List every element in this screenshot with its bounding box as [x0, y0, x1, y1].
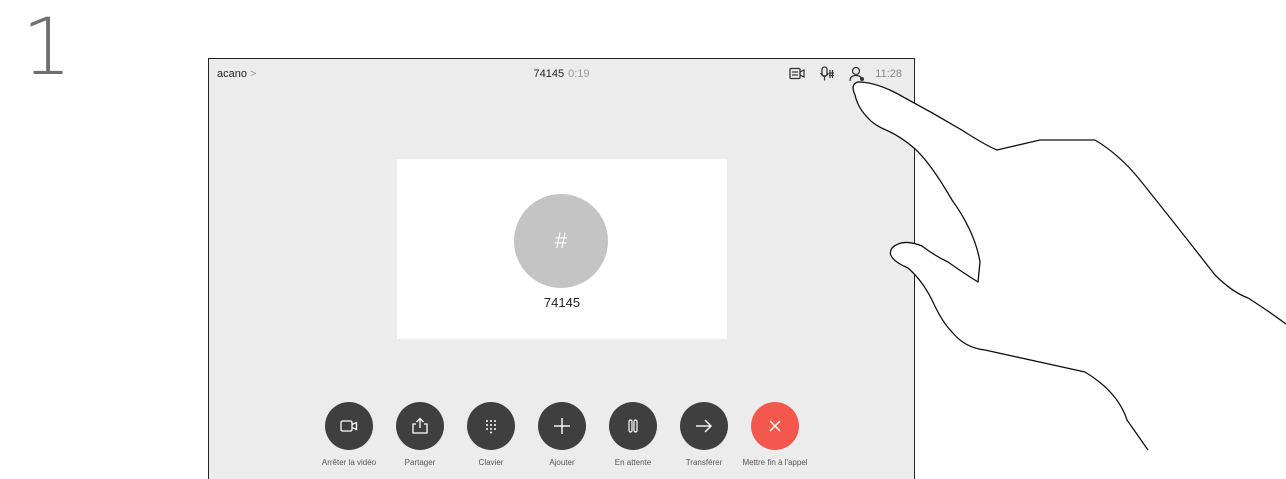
status-icons: 11:28 — [775, 66, 902, 82]
keypad-icon — [486, 420, 496, 434]
end-call-control[interactable]: Mettre fin à l'appel — [740, 402, 810, 468]
control-label: Partager — [404, 458, 436, 467]
stop-video-control[interactable]: Arrêter la vidéo — [314, 402, 384, 468]
hold-button[interactable] — [609, 402, 657, 450]
camera-icon — [340, 420, 358, 432]
control-label: Clavier — [478, 458, 504, 467]
stop-video-button[interactable] — [325, 402, 373, 450]
call-duration: 0:19 — [568, 68, 590, 80]
call-participant-card: # 74145 — [397, 159, 727, 339]
control-label: Ajouter — [549, 458, 575, 467]
add-button[interactable] — [538, 402, 586, 450]
control-label: En attente — [614, 458, 652, 467]
participants-icon[interactable] — [849, 66, 865, 82]
self-view-icon[interactable] — [789, 66, 805, 82]
share-button[interactable] — [396, 402, 444, 450]
end-call-button[interactable] — [751, 402, 799, 450]
call-controls: Arrêter la vidéo Partager Clavier Ajoute… — [209, 399, 914, 479]
transfer-button[interactable] — [680, 402, 728, 450]
share-icon — [412, 417, 428, 434]
call-screen: acano> 741450:19 11:28 # 74145 Arrêter — [208, 58, 915, 479]
control-label: Mettre fin à l'appel — [742, 458, 808, 467]
mute-mic-icon[interactable] — [819, 66, 835, 82]
control-label: Arrêter la vidéo — [321, 458, 377, 467]
call-number: 74145 — [533, 68, 565, 80]
keypad-button[interactable] — [467, 402, 515, 450]
plus-icon — [554, 418, 570, 434]
control-label: Transférer — [685, 458, 723, 467]
share-control[interactable]: Partager — [385, 402, 455, 468]
participant-number: 74145 — [543, 295, 581, 310]
avatar: # — [514, 194, 608, 288]
pause-icon — [628, 419, 638, 433]
add-control[interactable]: Ajouter — [527, 402, 597, 468]
step-number: 1 — [22, 3, 72, 93]
clock-time: 11:28 — [875, 68, 902, 80]
transfer-control[interactable]: Transférer — [669, 402, 739, 468]
close-icon — [769, 420, 781, 432]
hold-control[interactable]: En attente — [598, 402, 668, 468]
top-bar: acano > 74145 0:19 11:28 — [209, 59, 914, 89]
arrow-right-icon — [696, 419, 712, 433]
keypad-control[interactable]: Clavier — [456, 402, 526, 468]
